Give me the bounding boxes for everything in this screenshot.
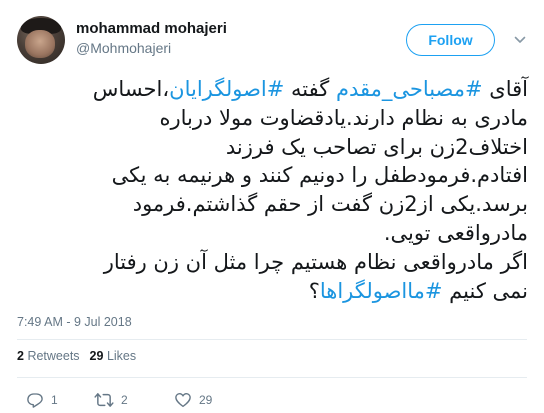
tweet-text-segment: مادرواقعی تویی. [383,220,528,245]
reply-count: 1 [51,393,58,407]
avatar[interactable] [17,16,65,64]
retweet-count: 2 [121,393,128,407]
tweet-text-segment: ؟ [308,278,320,303]
tweet-text-line: اختلاف2زن برای تصاحب یک فرزند [14,133,528,162]
follow-button[interactable]: Follow [406,24,495,56]
likes-label: Likes [106,349,137,363]
tweet-text-line: افتادم.فرمودطفل را دونیم کنند و هرنیمه ب… [14,161,528,190]
heart-icon [175,393,191,408]
retweet-button[interactable]: 2 [94,391,128,409]
reply-icon [27,393,43,408]
reply-button[interactable]: 1 [26,391,58,409]
display-name[interactable]: mohammad mohajeri [76,20,227,38]
retweet-icon [94,393,114,407]
tweet-text-line: مادرواقعی تویی. [14,219,528,248]
likes-count: 29 [89,349,104,363]
chevron-down-icon[interactable] [514,34,526,46]
likes-stat[interactable]: 29 Likes [90,349,137,363]
retweets-stat[interactable]: 2 Retweets [17,349,80,363]
tweet-header: mohammad mohajeri @Mohmohajeri Follow [17,10,527,70]
tweet-text-segment: اگر مادرواقعی نظام هستیم چرا مثل آن زن ر… [103,249,528,274]
tweet-text-segment: افتادم.فرمودطفل را دونیم کنند و هرنیمه ب… [111,163,528,188]
tweet-timestamp[interactable]: 7:49 AM - 9 Jul 2018 [17,315,132,329]
tweet-text-segment: مادری به نظام دارند.یادقضاوت مولا درباره [159,105,528,130]
tweet-text-line: نمی کنیم #مااصولگراها؟ [14,277,528,306]
tweet-text-segment: اختلاف2زن برای تصاحب یک فرزند [225,134,528,159]
hashtag-link[interactable]: #اصولگرایان [169,77,284,101]
tweet-stats: 2 Retweets 29 Likes [17,349,136,363]
tweet-text-line: مادری به نظام دارند.یادقضاوت مولا درباره [14,104,528,133]
tweet-text-segment: نمی کنیم [442,278,528,303]
tweet-text-segment: گفته [284,77,336,101]
tweet-text-line: اگر مادرواقعی نظام هستیم چرا مثل آن زن ر… [14,248,528,277]
avatar-face [25,30,55,58]
like-count: 29 [199,393,213,407]
hashtag-link[interactable]: #مااصولگراها [320,279,443,303]
user-handle[interactable]: @Mohmohajeri [76,39,227,57]
tweet-text: آقای #مصباحی_مقدم گفته #اصولگرایان،احساس… [14,75,528,305]
like-button[interactable]: 29 [174,391,212,409]
tweet-text-segment: برسد.یکی از2زن گفت از حقم گذاشتم.فرمود [132,192,528,217]
user-names[interactable]: mohammad mohajeri @Mohmohajeri [76,20,227,57]
hashtag-link[interactable]: #مصباحی_مقدم [336,77,483,101]
tweet-text-segment: ،احساس [92,77,170,101]
retweets-count: 2 [17,349,24,363]
divider [17,377,527,378]
tweet-text-segment: آقای [482,77,528,101]
retweets-label: Retweets [27,349,80,363]
tweet-text-line: برسد.یکی از2زن گفت از حقم گذاشتم.فرمود [14,190,528,219]
tweet-text-line: آقای #مصباحی_مقدم گفته #اصولگرایان،احساس [14,75,528,104]
divider [17,339,527,340]
